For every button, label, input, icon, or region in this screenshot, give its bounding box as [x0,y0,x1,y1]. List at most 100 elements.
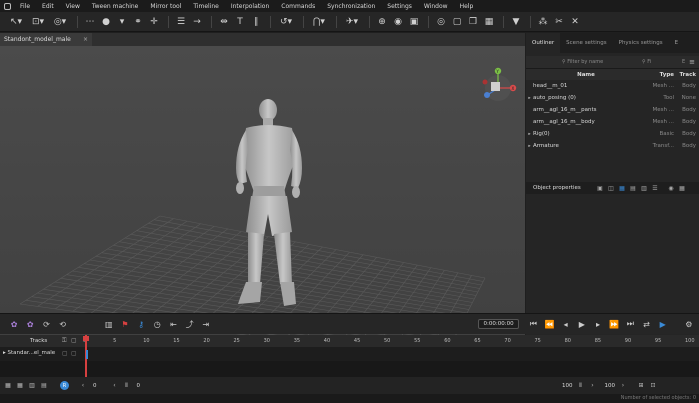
zoom-icon[interactable]: ⊞ [637,382,645,390]
point-icon[interactable]: ● [99,15,113,29]
zoom-fit-icon[interactable]: ⊡ [649,382,657,390]
close-icon[interactable]: × [83,36,88,43]
menu-view[interactable]: View [60,3,86,10]
material-icon[interactable]: ◫ [607,184,615,192]
tab-standard-model[interactable]: Standont_model_male × [0,33,92,46]
pointer-icon[interactable]: ◉ [391,15,405,29]
menu-commands[interactable]: Commands [275,3,321,10]
menu-file[interactable]: File [14,3,36,10]
column-type[interactable]: Type [646,72,674,78]
rig-icon[interactable]: ▤ [629,184,637,192]
film-icon[interactable]: ▥ [103,318,115,331]
clock-icon[interactable]: ◷ [151,318,163,331]
rewind-icon[interactable]: ⏮ [527,318,539,331]
copy-icon[interactable]: ❐ [466,15,480,29]
menu-settings[interactable]: Settings [381,3,418,10]
filter-icon[interactable]: ▤ [40,382,48,390]
mirror-icon[interactable]: ▼ [509,15,523,29]
track-lock-icon[interactable]: ▢ [62,350,68,357]
playback-mode-icon[interactable]: ▶ [657,318,669,331]
refresh-icon[interactable]: ⟲ [57,318,69,331]
paste-icon[interactable]: ▦ [482,15,496,29]
expand-icon[interactable]: ▸ [526,132,533,137]
next-icon[interactable]: › [619,382,627,390]
frame-start[interactable]: 0 [93,383,97,389]
grid-icon[interactable]: ▦ [678,184,686,192]
column-track[interactable]: Track [674,72,697,78]
pause-icon[interactable]: Ⅱ [577,382,585,390]
mesh-icon[interactable]: ▣ [596,184,604,192]
key-icon[interactable]: ⚷ [135,318,147,331]
name-filter-input[interactable]: ⚲ Filter by name [562,59,642,65]
settings-gear-icon[interactable]: ⚙ [683,318,695,331]
menu-window[interactable]: Window [418,3,454,10]
current-time-field[interactable]: 0:00:00:00 [477,319,520,329]
tab-scene-settings[interactable]: Scene settings [560,40,612,46]
onion-skin-icon[interactable]: ✿ [8,318,20,331]
track-filter-input[interactable]: E [682,59,685,65]
pause-icon[interactable]: Ⅱ [123,382,131,390]
parallel-icon[interactable]: ∥ [249,15,263,29]
prev-frame-icon[interactable]: ◂ [560,318,572,331]
outliner-row[interactable]: head__m_01 Mesh ... Body [526,80,699,92]
mask-icon[interactable]: ✂ [552,15,566,29]
outliner-row[interactable]: ▸ Armature Transf... Body [526,140,699,152]
tab-extra[interactable]: E [669,40,684,46]
menu-tween-machine[interactable]: Tween machine [86,3,144,10]
loop-icon[interactable]: ⇄ [640,318,652,331]
outliner-row[interactable]: ▸ Rig(0) Basic Body [526,128,699,140]
outliner-row[interactable]: ▸ auto_posing (0) Tool None [526,92,699,104]
next-key-icon[interactable]: ⏩ [608,318,620,331]
tab-physics-settings[interactable]: Physics settings [613,40,669,46]
column-name[interactable]: Name [526,72,646,78]
run-icon[interactable]: ✈▾ [342,15,362,29]
curve-icon[interactable]: ↺▾ [276,15,296,29]
prev-icon[interactable]: ‹ [111,382,119,390]
camera-icon[interactable]: ▣ [407,15,421,29]
collapse-icon[interactable]: ▥ [28,382,36,390]
expand-icon[interactable]: ▦ [16,382,24,390]
curve-editor-icon[interactable]: ⤴ [184,318,196,331]
transform-mode-icon[interactable]: ⊡▾ [28,15,48,29]
target-icon[interactable]: ⊕ [375,15,389,29]
fit-icon[interactable]: ▦ [4,382,12,390]
flag-icon[interactable]: ⚑ [119,318,131,331]
frame-icon[interactable]: ▢ [450,15,464,29]
timeline-ruler[interactable]: Tracks ⚿ ▢ 05101520253035404550556065707… [0,335,699,347]
tab-outliner[interactable]: Outliner [526,33,561,53]
step-icon[interactable]: ⇥ [200,318,212,331]
play-icon[interactable]: ▶ [576,318,588,331]
timeline-track[interactable]: ▸ Standar...el_male ▢ ▢ [0,347,699,361]
type-filter-input[interactable]: ⚲ Fi [642,59,682,65]
menu-interpolation[interactable]: Interpolation [225,3,275,10]
select-tool-icon[interactable]: ↖▾ [6,15,26,29]
spiral-icon[interactable]: ◎ [434,15,448,29]
menu-help[interactable]: Help [454,3,480,10]
keyframe-marker[interactable] [86,350,88,359]
range-end[interactable]: 100 [562,383,573,389]
shuffle-icon[interactable]: ✕ [568,15,582,29]
menu-timeline[interactable]: Timeline [187,3,225,10]
range-end-2[interactable]: 100 [605,383,616,389]
move-icon[interactable]: ⋯ [83,15,97,29]
keyframe-nav-icon[interactable]: ⇤ [167,318,179,331]
frame-current[interactable]: 0 [137,383,141,389]
playhead-handle[interactable] [83,336,89,341]
menu-mirror-tool[interactable]: Mirror tool [144,3,187,10]
chain-icon[interactable]: ⚭ [131,15,145,29]
record-icon[interactable]: R [60,381,69,390]
expand-icon[interactable]: ▸ [526,96,533,101]
menu-synchronization[interactable]: Synchronization [321,3,381,10]
outliner-row[interactable]: arm__agl_16_m__body Mesh ... Body [526,116,699,128]
layers-icon[interactable]: ▥ [640,184,648,192]
arc-icon[interactable]: ⋂▾ [309,15,329,29]
outliner-row[interactable]: arm__agl_16_m__pants Mesh ... Body [526,104,699,116]
eye-icon[interactable]: ◉ [667,184,675,192]
next-frame-icon[interactable]: ▸ [592,318,604,331]
track-visibility-icon[interactable]: ▢ [71,350,77,357]
visibility-icon[interactable]: ▢ [71,337,77,344]
menu-icon[interactable]: ≡ [689,58,695,66]
motion-trail-icon[interactable]: ✿ [24,318,36,331]
list-icon[interactable]: ☰ [651,184,659,192]
crosshair-icon[interactable]: ✛ [147,15,161,29]
